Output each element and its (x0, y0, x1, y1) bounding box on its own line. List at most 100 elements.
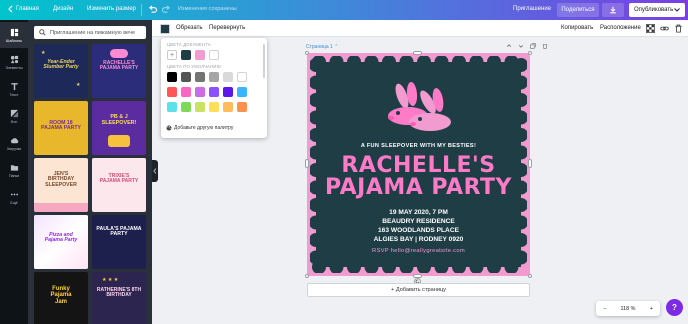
resize-handle[interactable] (528, 51, 532, 55)
doc-colors-label: ЦВЕТА ДОКУМЕНТА (167, 42, 211, 47)
color-swatch[interactable] (209, 102, 219, 112)
color-swatch[interactable] (209, 87, 219, 97)
star-icon: ★ (76, 82, 81, 88)
invitation-tagline[interactable]: A FUN SLEEPOVER WITH MY BESTIES! (310, 143, 527, 149)
rail-item-uploads[interactable]: Загрузки (0, 130, 28, 156)
color-swatch[interactable] (167, 102, 177, 112)
add-palette-link[interactable]: Добавьте другую палитру (166, 125, 233, 131)
color-swatch-button[interactable] (160, 24, 170, 34)
resize-menu[interactable]: Изменить размер (87, 6, 136, 12)
template-tile[interactable]: PAULA'S PAJAMA PARTY (92, 215, 146, 269)
transparency-icon (646, 24, 655, 33)
rail-label: Загрузки (6, 146, 22, 151)
add-color-button[interactable]: + (167, 50, 177, 60)
delete-page-icon[interactable] (542, 43, 548, 49)
resize-handle[interactable] (305, 274, 309, 278)
search-input[interactable] (50, 29, 146, 36)
resize-handle[interactable] (305, 51, 309, 55)
color-swatch[interactable] (223, 102, 233, 112)
delete-button[interactable] (674, 24, 683, 35)
chevron-left-icon (153, 168, 157, 174)
color-swatch[interactable] (181, 72, 191, 82)
color-swatch[interactable] (223, 72, 233, 82)
rail-item-more[interactable]: Ещё (0, 184, 28, 210)
invitation-date[interactable]: 19 MAY 2020, 7 PM (310, 209, 527, 216)
template-tile[interactable]: JEN'S BIRTHDAY SLEEPOVER (34, 158, 88, 212)
rail-item-templates[interactable]: Шаблоны (0, 22, 28, 48)
color-swatch[interactable] (195, 50, 205, 60)
collapse-panel-handle[interactable] (152, 160, 158, 182)
flip-button[interactable]: Перевернуть (209, 25, 245, 31)
invitation-city[interactable]: ALGIES BAY | RODNEY 0920 (310, 236, 527, 243)
invitation-rsvp[interactable]: RSVP hello@reallygreatsite.com (310, 248, 527, 254)
duplicate-page-icon[interactable] (530, 43, 536, 49)
transparency-button[interactable] (646, 24, 655, 35)
color-swatch[interactable] (195, 72, 205, 82)
menu-chevron[interactable] (7, 5, 13, 13)
rail-item-elements[interactable]: Элементы (0, 49, 28, 75)
share-button[interactable]: Поделиться (557, 3, 599, 17)
home-link[interactable]: Главная (16, 6, 39, 12)
link-button[interactable] (660, 24, 669, 35)
zoom-out-button[interactable]: − (603, 306, 606, 312)
page-label[interactable]: Страница 1 ⌃ (306, 44, 338, 50)
invitation-address[interactable]: 163 WOODLANDS PLACE (310, 227, 527, 234)
color-swatch[interactable] (167, 72, 177, 82)
template-tile[interactable]: TRIXIE'S PAJAMA PARTY (92, 158, 146, 212)
color-swatch[interactable] (223, 87, 233, 97)
rail-item-folders[interactable]: Папки (0, 157, 28, 183)
color-swatch[interactable] (209, 50, 219, 60)
template-tile[interactable]: PB & J SLEEPOVER! (92, 101, 146, 155)
color-swatch[interactable] (237, 72, 247, 82)
move-page-down-icon[interactable] (518, 43, 524, 49)
rail-label: Фон (10, 119, 18, 124)
template-title: RACHELLE'S PAJAMA PARTY (99, 60, 139, 72)
zoom-value[interactable]: 118 % (621, 306, 636, 312)
rail-item-text[interactable]: Текст (0, 76, 28, 102)
move-page-up-icon[interactable] (506, 43, 512, 49)
redo-icon (162, 5, 171, 13)
resize-handle[interactable] (528, 159, 532, 168)
color-swatch[interactable] (167, 87, 177, 97)
redo-button[interactable] (162, 5, 171, 14)
template-tile[interactable]: Year-Ender Slumber Party ★ ★ (34, 44, 88, 98)
template-tile[interactable]: Funky Pajama Jam (34, 272, 88, 324)
undo-button[interactable] (148, 5, 157, 14)
arrange-button[interactable]: Расположение (600, 25, 641, 31)
invitation-title-line1[interactable]: RACHELLE'S (310, 155, 527, 177)
download-button[interactable] (602, 3, 624, 17)
template-tile[interactable]: RATHERINE'S 8TH BIRTHDAY ★ ★ ★ (92, 272, 146, 324)
search-box[interactable] (34, 26, 146, 39)
color-swatch[interactable] (181, 87, 191, 97)
rail-item-background[interactable]: Фон (0, 103, 28, 129)
color-swatch[interactable] (181, 102, 191, 112)
color-swatch[interactable] (181, 50, 191, 60)
design-menu[interactable]: Дизайн (53, 6, 73, 12)
save-status: Изменения сохранены (178, 6, 237, 12)
resize-handle[interactable] (413, 51, 422, 55)
popup-scrollbar[interactable] (263, 44, 265, 78)
color-swatch[interactable] (237, 87, 247, 97)
copy-button[interactable]: Копировать (561, 25, 593, 31)
design-page[interactable]: A FUN SLEEPOVER WITH MY BESTIES! RACHELL… (305, 51, 532, 285)
invitation-venue[interactable]: BEAUDRY RESIDENCE (310, 218, 527, 225)
template-title: PB & J SLEEPOVER! (101, 114, 137, 126)
publish-button[interactable]: Опубликовать (629, 3, 685, 17)
invite-button[interactable]: Приглашение (513, 6, 551, 12)
download-icon (610, 6, 616, 14)
color-swatch[interactable] (195, 87, 205, 97)
resize-handle[interactable] (305, 159, 309, 168)
help-button[interactable]: ? (666, 299, 683, 316)
template-tile[interactable]: ROOM 18 PAJAMA PARTY (34, 101, 88, 155)
crop-button[interactable]: Обрезать (176, 25, 202, 31)
add-page-button[interactable]: + Добавить страницу (307, 283, 530, 297)
color-swatch[interactable] (209, 72, 219, 82)
zoom-in-button[interactable]: + (650, 306, 653, 312)
color-swatch[interactable] (237, 102, 247, 112)
template-tile[interactable]: RACHELLE'S PAJAMA PARTY (92, 44, 146, 98)
template-tile[interactable]: Pizza and Pajama Party (34, 215, 88, 269)
color-swatch[interactable] (195, 102, 205, 112)
resize-handle[interactable] (528, 274, 532, 278)
template-title: Pizza and Pajama Party (44, 232, 78, 244)
invitation-title-line2[interactable]: PAJAMA PARTY (310, 177, 527, 199)
